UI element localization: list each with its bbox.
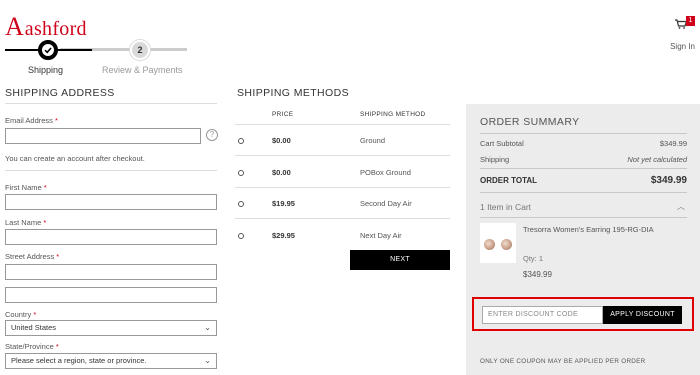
method-name: POBox Ground (360, 168, 411, 177)
first-name-field[interactable] (5, 194, 217, 210)
subtotal-label: Cart Subtotal (480, 139, 524, 148)
shipping-address-title: SHIPPING ADDRESS (5, 87, 115, 99)
product-image (480, 223, 516, 263)
method-price: $29.95 (272, 231, 295, 240)
discount-code-input[interactable]: ENTER DISCOUNT CODE (482, 306, 603, 324)
order-summary-title: ORDER SUMMARY (480, 116, 580, 128)
sign-in-link[interactable]: Sign In (670, 42, 695, 51)
street-address-line2[interactable] (5, 287, 217, 303)
method-price: $0.00 (272, 168, 291, 177)
shipping-method-row[interactable]: $0.00 POBox Ground (235, 168, 450, 201)
radio-button[interactable] (238, 138, 244, 144)
email-field[interactable] (5, 128, 201, 144)
country-value: United States (11, 323, 57, 332)
country-label: Country * (5, 310, 37, 319)
earring-right (501, 239, 512, 250)
logo-wordmark: ashford (24, 18, 87, 40)
email-label: Email Address * (5, 116, 58, 125)
step-shipping-label: Shipping (28, 65, 64, 75)
method-price: $19.95 (272, 199, 295, 208)
product-price: $349.99 (523, 270, 552, 279)
next-button[interactable]: NEXT (350, 250, 450, 270)
table-divider (235, 124, 450, 125)
summary-divider (480, 168, 687, 169)
items-count-label: 1 Item in Cart (480, 202, 532, 212)
section-divider (5, 103, 217, 104)
summary-divider (480, 133, 687, 134)
order-total-value: $349.99 (650, 175, 687, 186)
items-in-cart-toggle[interactable]: 1 Item in Cart ︿ (480, 202, 687, 212)
coupon-note: ONLY ONE COUPON MAY BE APPLIED PER ORDER (480, 358, 646, 365)
account-note: You can create an account after checkout… (5, 154, 145, 163)
chevron-up-icon: ︿ (677, 202, 685, 211)
cart-count-badge: 1 (686, 16, 695, 26)
shipping-method-row[interactable]: $0.00 Ground (235, 136, 450, 169)
step-review-marker: 2 (130, 40, 150, 60)
earring-left (484, 239, 495, 250)
checkmark-icon (42, 44, 54, 56)
summary-divider (480, 217, 687, 218)
shipping-methods-title: SHIPPING METHODS (237, 87, 349, 99)
price-column-header: PRICE (272, 111, 294, 118)
shipping-row: Shipping Not yet calculated (480, 155, 687, 164)
shipping-value: Not yet calculated (627, 155, 687, 164)
product-qty: Qty: 1 (523, 254, 544, 263)
last-name-field[interactable] (5, 229, 217, 245)
step-review-label[interactable]: Review & Payments (102, 65, 183, 75)
street-address-line1[interactable] (5, 264, 217, 280)
chevron-down-icon: ⌄ (204, 323, 211, 332)
section-divider (5, 170, 217, 171)
radio-button[interactable] (238, 170, 244, 176)
state-placeholder: Please select a region, state or provinc… (11, 356, 147, 365)
apply-discount-button[interactable]: APPLY DISCOUNT (603, 306, 682, 324)
last-name-label: Last Name * (5, 218, 47, 227)
shipping-method-row[interactable]: $19.95 Second Day Air (235, 199, 450, 232)
order-total-row: ORDER TOTAL $349.99 (480, 175, 687, 186)
help-icon[interactable]: ? (206, 129, 218, 141)
summary-divider (480, 192, 687, 193)
chevron-down-icon: ⌄ (204, 356, 211, 365)
country-select[interactable]: United States ⌄ (5, 320, 217, 336)
ashford-logo[interactable]: A ashford (5, 12, 87, 41)
method-name: Next Day Air (360, 231, 402, 240)
order-total-label: ORDER TOTAL (480, 176, 538, 185)
method-name: Second Day Air (360, 199, 412, 208)
method-price: $0.00 (272, 136, 291, 145)
street-address-label: Street Address * (5, 252, 60, 261)
table-divider (235, 218, 450, 219)
radio-button[interactable] (238, 233, 244, 239)
state-select[interactable]: Please select a region, state or provinc… (5, 353, 217, 369)
order-summary-panel: ORDER SUMMARY Cart Subtotal $349.99 Ship… (466, 104, 700, 375)
shipping-label: Shipping (480, 155, 510, 164)
discount-section: ENTER DISCOUNT CODE APPLY DISCOUNT (472, 297, 694, 331)
subtotal-value: $349.99 (659, 139, 687, 148)
subtotal-row: Cart Subtotal $349.99 (480, 139, 687, 148)
table-divider (235, 155, 450, 156)
product-name: Tresorra Women's Earring 195-RG-DIA (523, 225, 654, 234)
step-shipping-marker (38, 40, 58, 60)
first-name-label: First Name * (5, 183, 47, 192)
radio-button[interactable] (238, 201, 244, 207)
logo-initial: A (5, 12, 24, 41)
method-column-header: SHIPPING METHOD (360, 111, 426, 118)
state-label: State/Province * (5, 342, 59, 351)
method-name: Ground (360, 136, 386, 145)
table-divider (235, 187, 450, 188)
